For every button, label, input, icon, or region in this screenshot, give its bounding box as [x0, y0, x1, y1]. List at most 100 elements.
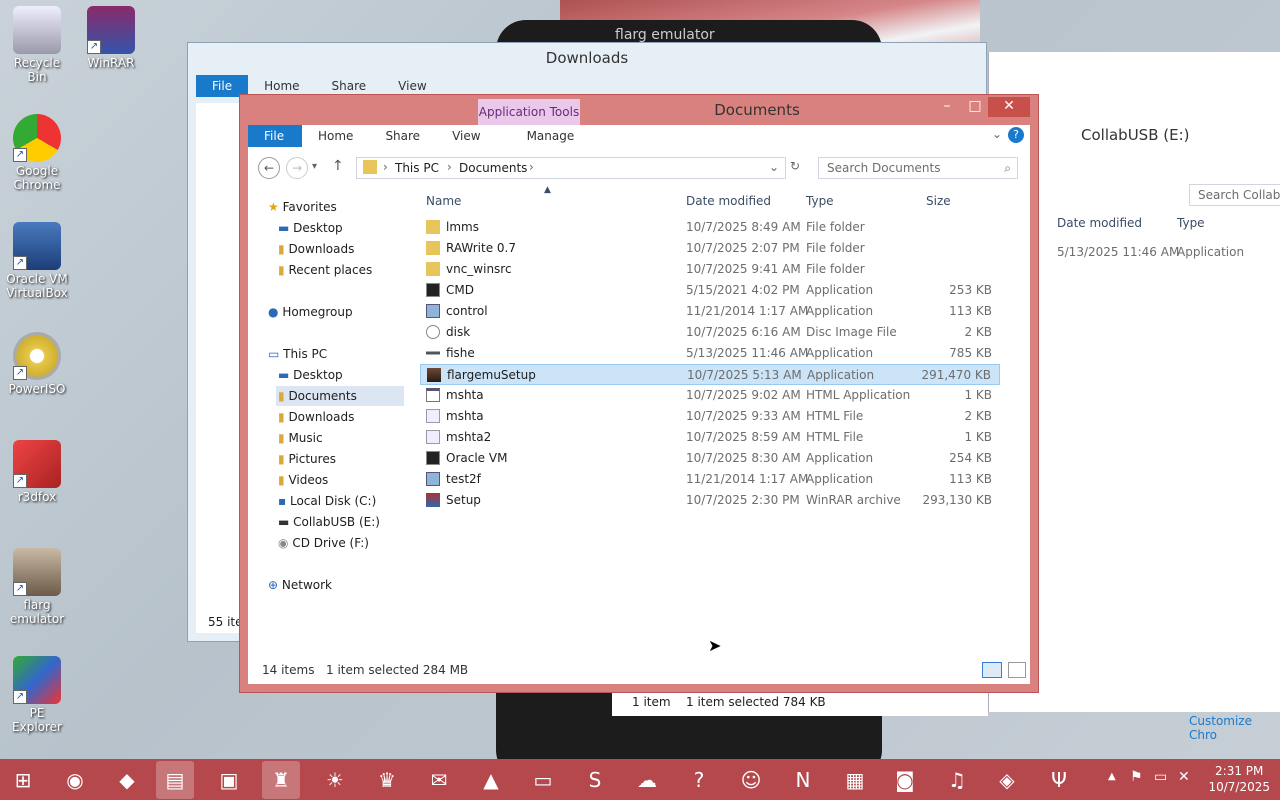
- address-dropdown-icon[interactable]: ⌄: [769, 160, 779, 174]
- nav-homegroup[interactable]: ● Homegroup: [268, 302, 353, 322]
- details-view-icon[interactable]: [982, 662, 1002, 678]
- file-row[interactable]: mshta2 10/7/2025 8:59 AM HTML File 1 KB: [420, 427, 1000, 448]
- search-input[interactable]: Search Documents ⌕: [818, 157, 1018, 179]
- start-button[interactable]: ⊞: [4, 761, 42, 799]
- nav-pc-local-disk[interactable]: ▪ Local Disk (C:): [278, 491, 376, 511]
- file-row[interactable]: lmms 10/7/2025 8:49 AM File folder: [420, 217, 1000, 238]
- customize-chrome-link[interactable]: Customize Chro: [1189, 714, 1280, 742]
- taskbar: ⊞ ◉ ◆ ▤ ▣ ♜ ☀ ♛ ✉ ▲ ▭ S ☁ ? ☺ N ▦ ◙ ♫ ◈ …: [0, 759, 1280, 800]
- nav-favorites[interactable]: ★ Favorites: [268, 197, 337, 217]
- forward-button[interactable]: →: [286, 157, 308, 179]
- volume-muted-icon[interactable]: ✕: [1178, 769, 1190, 785]
- tab-share[interactable]: Share: [369, 125, 436, 147]
- desktop-icon-r3dfox[interactable]: ↗ r3dfox: [4, 440, 70, 504]
- taskbar-mail-icon[interactable]: ✉: [420, 761, 458, 799]
- nav-pc-cd-drive[interactable]: ◉ CD Drive (F:): [278, 533, 369, 553]
- file-row[interactable]: test2f 11/21/2014 1:17 AM Application 113 K…: [420, 469, 1000, 490]
- taskbar-file-explorer-icon[interactable]: ▤: [156, 761, 194, 799]
- file-row[interactable]: Setup 10/7/2025 2:30 PM WinRAR archive 293,…: [420, 490, 1000, 511]
- desktop-icon-poweriso[interactable]: ↗ PowerISO: [4, 332, 70, 396]
- file-row[interactable]: RAWrite 0.7 10/7/2025 2:07 PM File folder: [420, 238, 1000, 259]
- collabusb-col-type[interactable]: Type: [1177, 216, 1205, 230]
- taskbar-camera-icon[interactable]: ▭: [524, 761, 562, 799]
- taskbar-trophy-icon[interactable]: ♛: [368, 761, 406, 799]
- back-button[interactable]: ←: [258, 157, 280, 179]
- breadcrumb-this-pc[interactable]: This PC: [395, 161, 439, 175]
- file-row[interactable]: disk 10/7/2025 6:16 AM Disc Image File 2 KB: [420, 322, 1000, 343]
- taskbar-calendar-icon[interactable]: ▦: [836, 761, 874, 799]
- file-row-selected[interactable]: flargemuSetup 10/7/2025 5:13 AM Applicatio…: [420, 364, 1000, 385]
- file-row[interactable]: fishe 5/13/2025 11:46 AM Application 785 KB: [420, 343, 1000, 364]
- collabusb-col-date[interactable]: Date modified: [1057, 216, 1142, 230]
- taskbar-chrome-icon[interactable]: ◉: [56, 761, 94, 799]
- desktop-icon-recycle-bin[interactable]: Recycle Bin: [4, 6, 70, 84]
- taskbar-help-icon[interactable]: ?: [680, 761, 718, 799]
- taskbar-clock[interactable]: 2:31 PM 10/7/2025: [1208, 763, 1270, 795]
- desktop-icon-pe-explorer[interactable]: ↗ PE Explorer: [4, 656, 70, 734]
- file-row[interactable]: CMD 5/15/2021 4:02 PM Application 253 KB: [420, 280, 1000, 301]
- desktop-icon-virtualbox[interactable]: ↗ Oracle VM VirtualBox: [4, 222, 70, 300]
- show-hidden-icons-button[interactable]: ▲: [1108, 771, 1116, 782]
- taskbar-music-icon[interactable]: ♫: [938, 761, 976, 799]
- taskbar-games-icon[interactable]: ◈: [988, 761, 1026, 799]
- collabusb-search-input[interactable]: Search CollabUS: [1189, 184, 1280, 206]
- taskbar-r3dfox-icon[interactable]: ◆: [108, 761, 146, 799]
- taskbar-onenote-icon[interactable]: N: [784, 761, 822, 799]
- nav-pc-desktop[interactable]: ▬ Desktop: [278, 365, 343, 385]
- taskbar-photos-icon[interactable]: ◙: [886, 761, 924, 799]
- file-row[interactable]: control 11/21/2014 1:17 AM Application 113 …: [420, 301, 1000, 322]
- taskbar-onedrive-icon[interactable]: ☁: [628, 761, 666, 799]
- chevron-down-icon[interactable]: ⌄: [992, 127, 1002, 141]
- nav-pc-music[interactable]: ▮ Music: [278, 428, 323, 448]
- col-date-modified[interactable]: Date modified: [686, 194, 771, 208]
- nav-fav-downloads[interactable]: ▮ Downloads: [278, 239, 354, 259]
- breadcrumb-documents[interactable]: Documents: [459, 161, 527, 175]
- nav-pc-pictures[interactable]: ▮ Pictures: [278, 449, 336, 469]
- address-bar[interactable]: › This PC › Documents › ⌄: [356, 157, 786, 179]
- col-name[interactable]: Name: [426, 194, 461, 208]
- file-row[interactable]: Oracle VM 10/7/2025 8:30 AM Application 254…: [420, 448, 1000, 469]
- nav-fav-desktop[interactable]: ▬ Desktop: [278, 218, 343, 238]
- nav-network[interactable]: ⊕ Network: [268, 575, 332, 595]
- taskbar-finance-icon[interactable]: ▲: [472, 761, 510, 799]
- taskbar-food-icon[interactable]: Ψ: [1040, 761, 1078, 799]
- file-row[interactable]: vnc_winsrc 10/7/2025 9:41 AM File folder: [420, 259, 1000, 280]
- taskbar-store-icon[interactable]: ▣: [210, 761, 248, 799]
- network-tray-icon[interactable]: ▭: [1154, 769, 1167, 785]
- col-type[interactable]: Type: [806, 194, 834, 208]
- tab-home[interactable]: Home: [302, 125, 369, 147]
- taskbar-flarg-emulator-icon[interactable]: ♜: [262, 761, 300, 799]
- tab-view[interactable]: View: [436, 125, 496, 147]
- large-icons-view-icon[interactable]: [1008, 662, 1026, 678]
- taskbar-weather-icon[interactable]: ☀: [316, 761, 354, 799]
- tab-file[interactable]: File: [248, 125, 302, 147]
- navigation-bar: ← → ▾ ↑ › This PC › Documents › ⌄ ↻ Sear…: [248, 153, 1030, 185]
- col-size[interactable]: Size: [926, 194, 951, 208]
- maximize-button[interactable]: □: [962, 97, 988, 117]
- nav-this-pc[interactable]: ▭ This PC: [268, 344, 327, 364]
- taskbar-skype-icon[interactable]: S: [576, 761, 614, 799]
- nav-pc-collabusb[interactable]: ▬ CollabUSB (E:): [278, 512, 380, 532]
- help-icon[interactable]: ?: [1008, 127, 1024, 143]
- flag-icon[interactable]: ⚑: [1130, 769, 1143, 785]
- documents-window[interactable]: Application Tools Documents – □ ✕ File H…: [239, 94, 1039, 693]
- nav-pc-downloads[interactable]: ▮ Downloads: [278, 407, 354, 427]
- nav-pc-documents[interactable]: ▮ Documents: [276, 386, 404, 406]
- tab-manage[interactable]: Manage: [497, 125, 605, 147]
- nav-pc-videos[interactable]: ▮ Videos: [278, 470, 328, 490]
- close-button[interactable]: ✕: [988, 97, 1030, 117]
- status-bar: 14 items 1 item selected 284 MB: [248, 656, 1030, 684]
- up-button[interactable]: ↑: [332, 158, 344, 174]
- refresh-icon[interactable]: ↻: [790, 159, 800, 173]
- file-row[interactable]: mshta 10/7/2025 9:02 AM HTML Application 1 …: [420, 385, 1000, 406]
- desktop-icon-chrome[interactable]: ↗ Google Chrome: [4, 114, 70, 192]
- desktop-icon-winrar[interactable]: ↗ WinRAR: [78, 6, 144, 70]
- recent-locations-button[interactable]: ▾: [312, 161, 317, 172]
- minimize-button[interactable]: –: [934, 97, 960, 117]
- taskbar-people-icon[interactable]: ☺: [732, 761, 770, 799]
- file-list: lmms 10/7/2025 8:49 AM File folder RAWrite…: [420, 217, 1000, 511]
- desktop-icon-flarg-emulator[interactable]: ↗ flarg emulator: [4, 548, 70, 626]
- documents-title: Documents: [714, 101, 800, 119]
- file-row[interactable]: mshta 10/7/2025 9:33 AM HTML File 2 KB: [420, 406, 1000, 427]
- nav-fav-recent[interactable]: ▮ Recent places: [278, 260, 372, 280]
